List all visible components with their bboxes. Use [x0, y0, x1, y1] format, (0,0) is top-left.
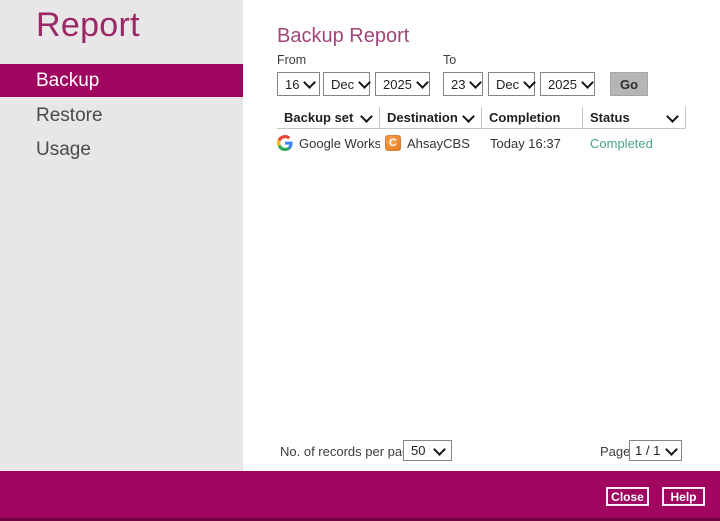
sidebar-item-restore[interactable]: Restore [0, 101, 243, 131]
from-year-value: 2025 [383, 77, 412, 92]
chevron-down-icon [462, 110, 475, 123]
sidebar-item-usage[interactable]: Usage [0, 135, 243, 165]
chevron-down-icon [581, 76, 594, 89]
to-day-select[interactable]: 23 [443, 72, 483, 96]
chevron-down-icon [433, 443, 446, 456]
records-per-page-select[interactable]: 50 [403, 440, 452, 461]
page-value: 1 / 1 [635, 443, 660, 458]
table-row[interactable]: Google Works... C AhsayCBS Today 16:37 C… [277, 133, 686, 153]
column-header-destination[interactable]: Destination [380, 107, 482, 128]
status-badge: Completed [590, 136, 653, 151]
chevron-down-icon [470, 76, 483, 89]
report-heading: Backup Report [277, 25, 409, 48]
column-header-completion: Completion [482, 107, 583, 128]
records-per-page-value: 50 [411, 443, 425, 458]
report-table: Backup set Destination Completion Status [277, 107, 686, 153]
cell-backup-set: Google Works... [277, 135, 380, 151]
sidebar: Report Backup Restore Usage [0, 0, 243, 471]
page-title: Report [36, 6, 140, 45]
to-month-value: Dec [496, 77, 519, 92]
backup-set-name: Google Works... [299, 136, 380, 151]
to-day-value: 23 [451, 77, 465, 92]
from-day-value: 16 [285, 77, 299, 92]
chevron-down-icon [360, 110, 373, 123]
help-button[interactable]: Help [662, 487, 705, 506]
records-per-page-label: No. of records per page [280, 444, 417, 459]
cell-destination: C AhsayCBS [380, 135, 482, 151]
pagination-bar: No. of records per page 50 Page 1 / 1 [277, 440, 686, 462]
destination-name: AhsayCBS [407, 136, 470, 151]
table-header-row: Backup set Destination Completion Status [277, 107, 686, 129]
to-label: To [443, 53, 456, 67]
app-window: Report Backup Restore Usage Backup Repor… [0, 0, 720, 521]
chevron-down-icon [666, 110, 679, 123]
column-header-status[interactable]: Status [583, 107, 686, 128]
column-header-backup-set[interactable]: Backup set [277, 107, 380, 128]
google-workspace-icon [277, 135, 293, 151]
from-label: From [277, 53, 306, 67]
to-year-select[interactable]: 2025 [540, 72, 595, 96]
sidebar-item-backup[interactable]: Backup [0, 64, 243, 97]
to-year-value: 2025 [548, 77, 577, 92]
chevron-down-icon [358, 76, 371, 89]
from-day-select[interactable]: 16 [277, 72, 320, 96]
ahsaycbs-icon: C [385, 135, 401, 151]
chevron-down-icon [304, 76, 317, 89]
footer-bar: Close Help [0, 471, 720, 521]
from-year-select[interactable]: 2025 [375, 72, 430, 96]
go-button[interactable]: Go [610, 72, 648, 96]
from-month-select[interactable]: Dec [323, 72, 370, 96]
cell-status: Completed [583, 136, 686, 151]
chevron-down-icon [523, 76, 536, 89]
chevron-down-icon [665, 443, 678, 456]
completion-time: Today 16:37 [490, 136, 561, 151]
to-month-select[interactable]: Dec [488, 72, 535, 96]
main-content: Backup Report From To 16 Dec 2025 23 Dec [277, 0, 686, 471]
chevron-down-icon [416, 76, 429, 89]
page-select[interactable]: 1 / 1 [629, 440, 682, 461]
from-month-value: Dec [331, 77, 354, 92]
close-button[interactable]: Close [606, 487, 649, 506]
cell-completion: Today 16:37 [482, 136, 583, 151]
page-label: Page [600, 444, 630, 459]
